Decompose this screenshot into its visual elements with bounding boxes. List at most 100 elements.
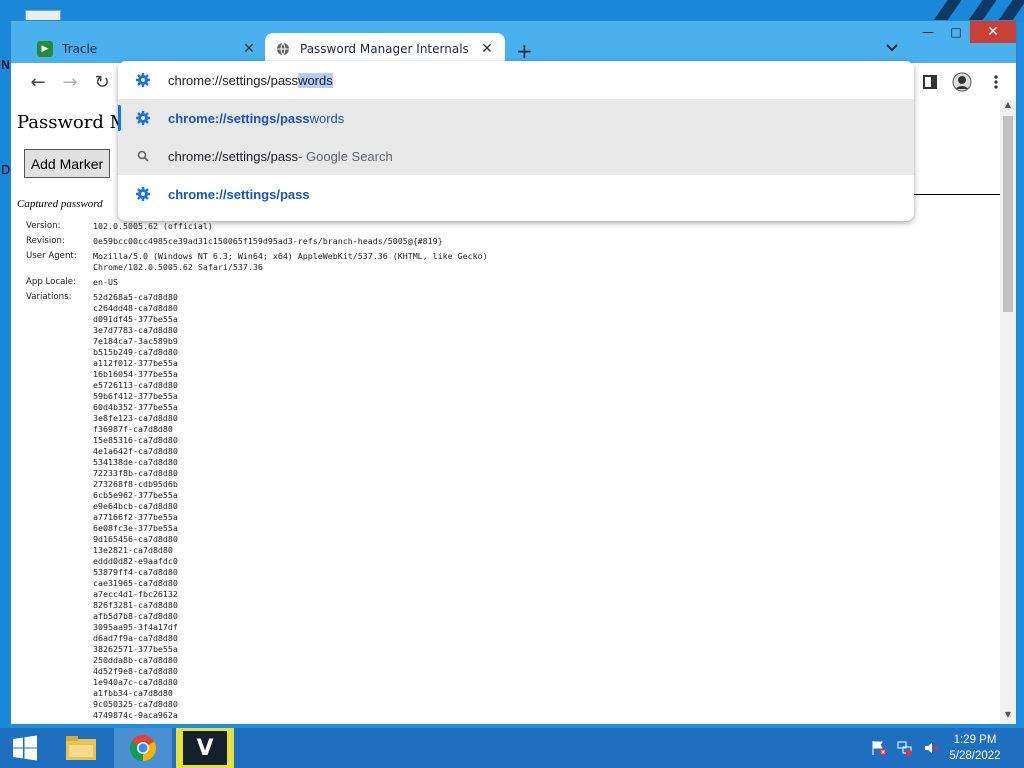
version-value: 102.0.5005.62 (official) [93,221,213,231]
variation-item: 53879ff4-ca7d8d80 [93,567,178,577]
variation-item: 60d4b352-377be55a [93,402,178,412]
revision-value: 0e59bcc00cc4985ce39ad31c150065f159d95ad3… [93,236,443,246]
variation-item: cae31965-ca7d8d80 [93,578,178,588]
variation-item: a77166f2-377be55a [93,512,178,522]
variation-item: 52d268a5-ca7d8d80 [93,292,178,302]
variation-item: f36987f-ca7d8d80 [93,424,173,434]
search-icon [118,150,168,162]
flag-icon[interactable] [870,740,888,756]
taskbar: V 1:29 PM 5/28/2022 [0,728,1024,768]
system-clock[interactable]: 1:29 PM 5/28/2022 [940,732,1010,764]
gear-icon [118,187,168,201]
variation-item: 3e7d7783-ca7d8d80 [93,325,178,335]
info-label: Variations: [26,292,72,302]
variation-item: 4749874c-9aca962a [93,710,178,720]
start-button[interactable] [0,728,50,768]
suggestion-description: - Google Search [298,148,393,164]
variation-item: b515b249-ca7d8d80 [93,347,178,357]
variation-item: afb5d7b8-ca7d8d80 [93,611,178,621]
autocomplete-selection: words [298,72,333,88]
variation-item: e9e64bcb-ca7d8d80 [93,501,178,511]
tab-strip: ▶ Tracle ✕ Password Manager Internals ✕ … [11,31,1016,65]
user-agent-value: Mozilla/5.0 (Windows NT 6.3; Win64; x64)… [93,251,488,261]
captured-password-heading: Captured password [17,198,103,210]
variation-item: 273268f8-cdb95d6b [93,479,178,489]
close-icon[interactable]: ✕ [241,41,257,57]
new-tab-button[interactable]: + [516,39,533,63]
variation-item: 15e85316-ca7d8d80 [93,435,178,445]
address-input[interactable]: chrome://settings/passwords [168,72,333,88]
clock-date: 5/28/2022 [949,750,1001,762]
volume-icon[interactable] [922,740,940,756]
side-panel-icon[interactable] [919,71,941,93]
variation-item: c264dd48-ca7d8d80 [93,303,178,313]
variation-item: 1e940a7c-ca7d8d80 [93,677,178,687]
variation-item: 16b16054-377be55a [93,369,178,379]
variation-item: 826f3281-ca7d8d80 [93,600,178,610]
variation-item: 3e8fe123-ca7d8d80 [93,413,178,423]
suggestion-match: chrome://settings/pass [168,110,310,126]
suggestion-text: chrome://settings/pass [168,148,299,164]
variation-item: 3095aa95-3f4a17df [93,622,178,632]
address-bar[interactable]: chrome://settings/passwords [118,61,914,99]
scroll-down-icon[interactable]: ▼ [1000,710,1016,724]
tab-title: Password Manager Internals [300,42,469,56]
suggestion-match: chrome://settings/pass [168,186,310,202]
v-app-icon: V [183,731,227,765]
vertical-scrollbar[interactable]: ▲ ▼ [1000,100,1016,724]
desktop-icon-label: N [1,58,10,72]
add-marker-button[interactable]: Add Marker [24,149,110,178]
back-button[interactable]: ← [27,71,49,93]
variation-item: 13e2821-ca7d8d80 [93,545,173,555]
suggestion-item[interactable]: chrome://settings/pass words [118,99,914,137]
desktop-background [0,0,1024,22]
suggestion-item[interactable]: chrome://settings/pass [118,175,914,213]
variation-item: 6e08fc3e-377be55a [93,523,178,533]
desktop-icon-label: D [1,163,11,177]
info-label: App Locale: [26,277,76,287]
info-label: Version: [26,221,61,231]
scroll-thumb[interactable] [1003,116,1013,312]
variation-item: e5726113-ca7d8d80 [93,380,178,390]
network-icon[interactable] [896,740,914,756]
suggestion-item[interactable]: chrome://settings/pass - Google Search [118,137,914,175]
variation-item: a1fbb34-ca7d8d80 [93,688,173,698]
tab-search-button[interactable] [886,41,898,55]
variation-item: 4d52f9e8-ca7d8d80 [93,666,178,676]
profile-avatar[interactable] [951,71,973,93]
v-app-taskbar-button[interactable]: V [176,728,234,768]
variation-item: a112f012-377be55a [93,358,178,368]
forward-button[interactable]: → [59,71,81,93]
folder-icon [66,736,96,760]
menu-icon[interactable] [985,71,1007,93]
variation-item: 9d165456-ca7d8d80 [93,534,178,544]
variation-item: 4e1a642f-ca7d8d80 [93,446,178,456]
file-explorer-taskbar-button[interactable] [52,728,110,768]
globe-icon [275,41,291,57]
chrome-icon [129,735,157,762]
info-label: Revision: [26,236,65,246]
tab-title: Tracle [62,42,98,56]
reload-button[interactable]: ↻ [91,71,113,93]
variation-item: 38262571-377be55a [93,644,178,654]
variation-item: 72233f8b-ca7d8d80 [93,468,178,478]
suggestion-rest: words [309,110,345,126]
variations-list: 52d268a5-ca7d8d80 c264dd48-ca7d8d80 d091df… [93,292,178,721]
variation-item: 534138de-ca7d8d80 [93,457,178,467]
info-label: User Agent: [26,251,77,261]
chevron-down-icon [886,44,898,52]
variation-item: 7e184ca7-3ac589b9 [93,336,178,346]
scroll-up-icon[interactable]: ▲ [1000,100,1016,114]
chrome-taskbar-button[interactable] [114,728,172,768]
omnibox-dropdown: chrome://settings/passwords chrome://set… [118,61,914,221]
version-info: Version: 102.0.5005.62 (official) Revisio… [26,221,488,721]
variation-item: 6cb5e962-377be55a [93,490,178,500]
variation-item: d091df45-377be55a [93,314,178,324]
user-agent-value: Chrome/102.0.5005.62 Safari/537.36 [93,262,263,272]
variation-item: a7ecc4d1-fbc26132 [93,589,178,599]
variation-item: 59b6f412-377be55a [93,391,178,401]
close-icon[interactable]: ✕ [479,41,495,57]
system-tray [870,740,940,756]
locale-value: en-US [93,277,118,287]
play-icon: ▶ [37,41,53,57]
